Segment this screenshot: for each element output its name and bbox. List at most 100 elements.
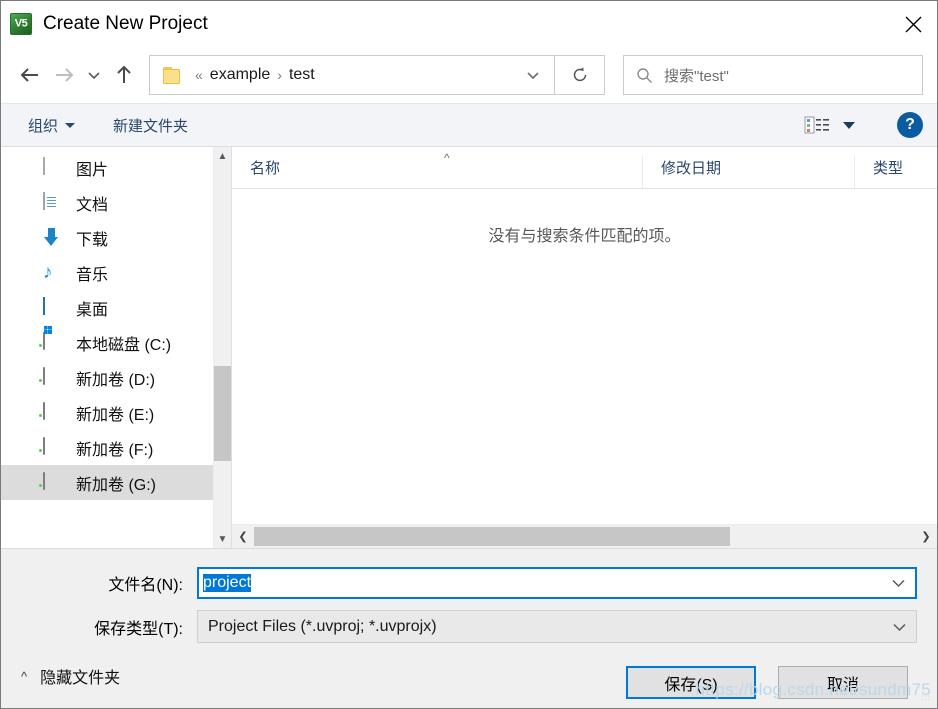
scroll-down-button[interactable]: ▼ bbox=[214, 530, 231, 548]
keil-uvision-icon: V5 bbox=[10, 13, 32, 35]
navigation-sidebar: 图片 文档 下载 ♪ 音乐 桌面 本地磁盘 (C:) 新加卷 (D:) 新加卷 … bbox=[1, 147, 232, 548]
folder-icon bbox=[163, 66, 183, 84]
scroll-up-button[interactable]: ▲ bbox=[214, 147, 231, 165]
create-new-project-dialog: V5 Create New Project « example › test 搜… bbox=[0, 0, 938, 709]
desktop-icon bbox=[43, 297, 64, 317]
refresh-icon bbox=[573, 67, 586, 82]
hide-folders-toggle[interactable]: ^ 隐藏文件夹 bbox=[21, 664, 120, 688]
refresh-button[interactable] bbox=[555, 55, 605, 95]
column-label: 名称 bbox=[250, 159, 281, 177]
scroll-left-button[interactable]: ❮ bbox=[232, 525, 254, 548]
folder-tree: 图片 文档 下载 ♪ 音乐 桌面 本地磁盘 (C:) 新加卷 (D:) 新加卷 … bbox=[1, 147, 213, 548]
search-box[interactable]: 搜索"test" bbox=[623, 55, 923, 95]
file-list-pane: 名称 修改日期 类型 ^ 没有与搜索条件匹配的项。 ❮ ❯ bbox=[232, 147, 937, 548]
column-label: 修改日期 bbox=[661, 159, 722, 177]
scroll-track[interactable] bbox=[254, 525, 915, 548]
scroll-thumb[interactable] bbox=[214, 365, 231, 461]
filename-row: 文件名(N): project bbox=[21, 567, 917, 599]
organize-label: 组织 bbox=[28, 117, 59, 135]
sidebar-item-label: 文档 bbox=[76, 196, 109, 214]
breadcrumb-overflow[interactable]: « bbox=[192, 67, 206, 83]
scroll-thumb[interactable] bbox=[254, 527, 730, 546]
filename-dropdown-button[interactable] bbox=[881, 578, 915, 588]
sidebar-item-pictures[interactable]: 图片 bbox=[1, 150, 213, 185]
sidebar-vertical-scrollbar[interactable]: ▲ ▼ bbox=[213, 147, 231, 548]
navigation-bar: « example › test 搜索"test" bbox=[1, 47, 937, 103]
filename-input[interactable]: project bbox=[199, 574, 881, 592]
chevron-down-icon bbox=[891, 579, 905, 588]
watermark-dots: ::: bbox=[921, 693, 931, 702]
up-button[interactable] bbox=[107, 58, 141, 92]
dialog-content: 图片 文档 下载 ♪ 音乐 桌面 本地磁盘 (C:) 新加卷 (D:) 新加卷 … bbox=[1, 147, 937, 548]
drive-icon bbox=[43, 402, 64, 422]
back-button[interactable] bbox=[13, 58, 47, 92]
help-button[interactable]: ? bbox=[897, 112, 923, 138]
sidebar-item-documents[interactable]: 文档 bbox=[1, 185, 213, 220]
file-list-horizontal-scrollbar[interactable]: ❮ ❯ bbox=[232, 524, 937, 548]
title-bar: V5 Create New Project bbox=[1, 1, 937, 47]
breadcrumb-bar[interactable]: « example › test bbox=[149, 55, 555, 95]
drive-icon bbox=[43, 437, 64, 457]
column-header-name[interactable]: 名称 bbox=[232, 156, 642, 188]
search-icon bbox=[624, 67, 664, 84]
forward-button[interactable] bbox=[47, 58, 81, 92]
command-bar: 组织 新建文件夹 ? bbox=[1, 103, 937, 147]
sidebar-item-music[interactable]: ♪ 音乐 bbox=[1, 255, 213, 290]
breadcrumb-dropdown-button[interactable] bbox=[512, 56, 554, 94]
system-drive-icon bbox=[43, 332, 64, 352]
filetype-row: 保存类型(T): Project Files (*.uvproj; *.uvpr… bbox=[21, 610, 917, 643]
hide-folders-label: 隐藏文件夹 bbox=[40, 670, 121, 687]
organize-button[interactable]: 组织 bbox=[23, 112, 80, 139]
filename-label: 文件名(N): bbox=[108, 577, 183, 594]
sidebar-item-label: 桌面 bbox=[76, 301, 109, 319]
column-header-date-modified[interactable]: 修改日期 bbox=[642, 156, 854, 188]
scroll-track[interactable] bbox=[214, 165, 231, 530]
help-label: ? bbox=[905, 116, 915, 133]
sidebar-item-label: 音乐 bbox=[76, 266, 109, 284]
empty-state-message: 没有与搜索条件匹配的项。 bbox=[488, 228, 681, 245]
document-icon bbox=[43, 192, 64, 212]
breadcrumb-item-test[interactable]: test bbox=[285, 66, 319, 84]
close-button[interactable] bbox=[889, 1, 937, 47]
sidebar-item-label: 下载 bbox=[76, 231, 109, 249]
sidebar-item-volume-g[interactable]: 新加卷 (G:) bbox=[1, 465, 213, 500]
filetype-label: 保存类型(T): bbox=[94, 620, 183, 638]
sidebar-item-downloads[interactable]: 下载 bbox=[1, 220, 213, 255]
view-mode-button[interactable] bbox=[800, 113, 859, 137]
sidebar-item-label: 新加卷 (D:) bbox=[76, 371, 156, 389]
breadcrumb-item-example[interactable]: example bbox=[206, 66, 274, 84]
sidebar-item-label: 本地磁盘 (C:) bbox=[76, 336, 172, 354]
close-icon bbox=[905, 16, 921, 32]
window-title: Create New Project bbox=[43, 13, 208, 34]
new-folder-label: 新建文件夹 bbox=[113, 117, 189, 135]
search-input[interactable]: 搜索"test" bbox=[664, 65, 729, 86]
sidebar-item-volume-f[interactable]: 新加卷 (F:) bbox=[1, 430, 213, 465]
recent-locations-button[interactable] bbox=[81, 58, 107, 92]
dialog-button-row: 保存(S) 取消 bbox=[21, 666, 917, 699]
chevron-down-icon bbox=[527, 71, 539, 79]
arrow-up-icon bbox=[117, 65, 131, 83]
arrow-left-icon bbox=[20, 68, 38, 82]
sidebar-item-volume-e[interactable]: 新加卷 (E:) bbox=[1, 395, 213, 430]
drive-icon bbox=[43, 472, 64, 492]
column-header-row: 名称 修改日期 类型 ^ bbox=[232, 147, 937, 189]
sidebar-item-label: 新加卷 (F:) bbox=[76, 441, 154, 459]
sidebar-item-label: 图片 bbox=[76, 161, 109, 179]
filetype-dropdown-button[interactable] bbox=[882, 622, 916, 632]
drive-icon bbox=[43, 367, 64, 387]
column-header-type[interactable]: 类型 bbox=[854, 156, 937, 188]
sidebar-item-desktop[interactable]: 桌面 bbox=[1, 290, 213, 325]
sidebar-item-local-disk-c[interactable]: 本地磁盘 (C:) bbox=[1, 325, 213, 360]
chevron-up-icon: ^ bbox=[21, 668, 28, 684]
sidebar-item-label: 新加卷 (G:) bbox=[76, 476, 156, 494]
new-folder-button[interactable]: 新建文件夹 bbox=[108, 112, 193, 139]
cancel-button[interactable]: 取消 bbox=[778, 666, 908, 699]
view-list-icon bbox=[804, 116, 829, 134]
download-icon bbox=[43, 228, 64, 247]
app-icon-text: V5 bbox=[14, 17, 28, 29]
sidebar-item-volume-d[interactable]: 新加卷 (D:) bbox=[1, 360, 213, 395]
filetype-combobox[interactable]: Project Files (*.uvproj; *.uvprojx) bbox=[197, 610, 917, 643]
scroll-right-button[interactable]: ❯ bbox=[915, 525, 937, 548]
save-button[interactable]: 保存(S) bbox=[626, 666, 756, 699]
filename-combobox[interactable]: project bbox=[197, 567, 917, 599]
